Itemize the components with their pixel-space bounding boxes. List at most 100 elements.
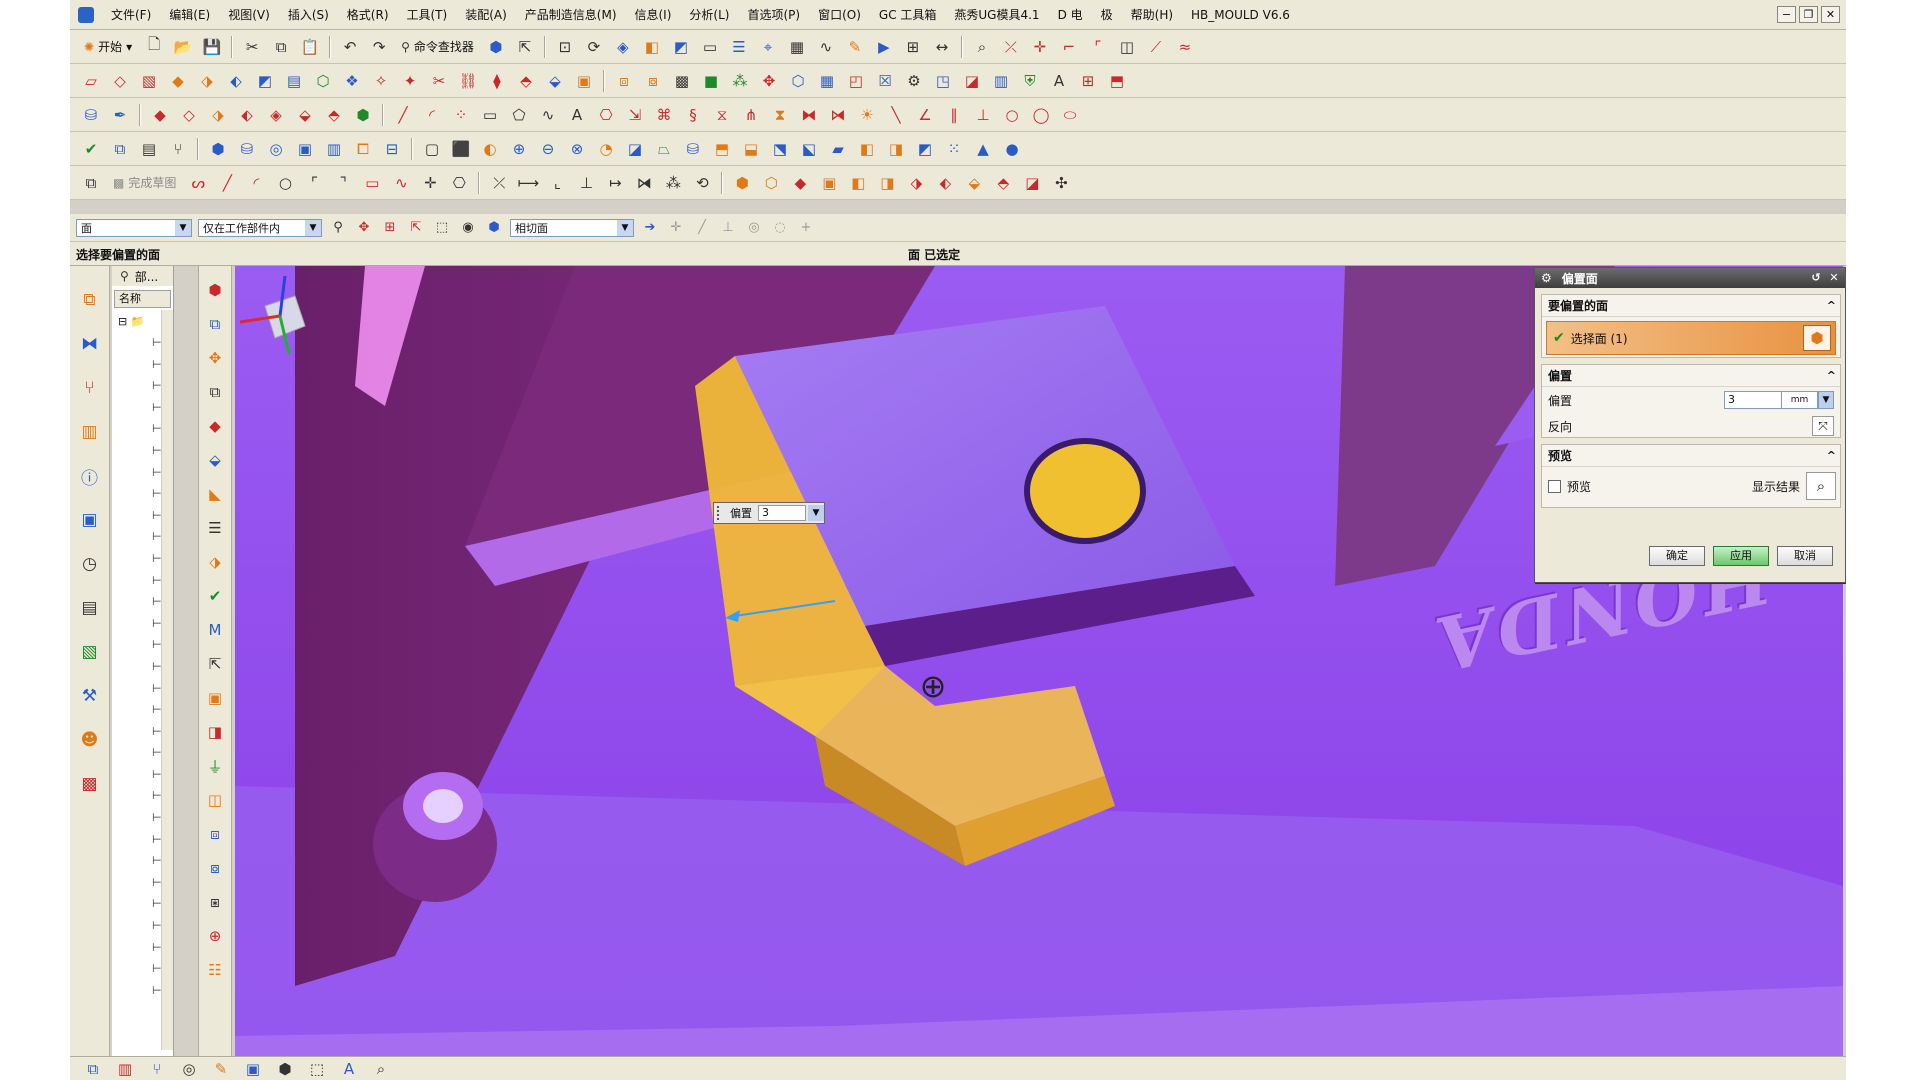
side-stamp-button[interactable]: ⧆: [203, 890, 227, 914]
assembly-add-button[interactable]: ⧈: [611, 69, 637, 93]
onscreen-offset-value[interactable]: 3: [758, 505, 806, 521]
mold-5-button[interactable]: ◧: [845, 171, 871, 195]
ellipse-button[interactable]: ⬭: [1057, 103, 1083, 127]
rotate-view-button[interactable]: ⟳: [581, 35, 607, 59]
assembly-tree-button[interactable]: ⧉: [107, 137, 133, 161]
sheet-8-button[interactable]: ⬢: [350, 103, 376, 127]
circle-2-button[interactable]: ◯: [1028, 103, 1054, 127]
text-button[interactable]: A: [564, 103, 590, 127]
bounded-plane-button[interactable]: ◇: [107, 69, 133, 93]
color-button[interactable]: ■: [698, 69, 724, 93]
offset-face-button[interactable]: ⬒: [709, 137, 735, 161]
point-snap-button[interactable]: ⇱: [406, 218, 426, 238]
snap-quadrant-button[interactable]: ◌: [770, 218, 790, 238]
rectangle-button[interactable]: ▭: [477, 103, 503, 127]
curve-button[interactable]: ∿: [813, 35, 839, 59]
helix-button[interactable]: §: [680, 103, 706, 127]
through-curves-button[interactable]: ⬖: [223, 69, 249, 93]
bottom-tool-4[interactable]: ◎: [176, 1059, 202, 1079]
shell-button[interactable]: ▣: [571, 69, 597, 93]
chevron-up-icon[interactable]: ^: [1827, 449, 1836, 462]
menu-gc-toolkit[interactable]: GC 工具箱: [870, 6, 946, 23]
side-parts-button[interactable]: ⧇: [203, 856, 227, 880]
analysis-button[interactable]: ⌕: [969, 35, 995, 59]
draft-button[interactable]: ⏢: [651, 137, 677, 161]
menu-file[interactable]: 文件(F): [102, 6, 160, 23]
menu-analysis[interactable]: 分析(L): [680, 6, 738, 23]
history-tab[interactable]: ▣: [76, 506, 104, 534]
constraint-navigator-tab[interactable]: ⧓: [76, 330, 104, 358]
assembly-constraint-button[interactable]: ⧇: [640, 69, 666, 93]
restore-button[interactable]: ❐: [1799, 6, 1818, 23]
line-2-button[interactable]: ╲: [883, 103, 909, 127]
side-split-button[interactable]: ◨: [203, 720, 227, 744]
offset-group-header[interactable]: 偏置 ^: [1542, 365, 1840, 387]
thicken-button[interactable]: ⬙: [542, 69, 568, 93]
snap-control-button[interactable]: ⊥: [718, 218, 738, 238]
snap-point-button[interactable]: +: [796, 218, 816, 238]
offset-input[interactable]: 3: [1724, 391, 1782, 409]
studio-surface-button[interactable]: ◩: [252, 69, 278, 93]
bottom-tool-1[interactable]: ⧉: [80, 1059, 106, 1079]
bottom-tool-8[interactable]: ⬚: [304, 1059, 330, 1079]
offset-sketch-button[interactable]: ⎔: [593, 103, 619, 127]
start-button[interactable]: ✺ 开始 ▾: [78, 35, 138, 59]
copy-button[interactable]: ⧉: [268, 35, 294, 59]
menu-hb-mould[interactable]: HB_MOULD V6.6: [1182, 8, 1299, 22]
pattern-button[interactable]: ⁂: [727, 69, 753, 93]
extend-button[interactable]: ⬗: [194, 69, 220, 93]
menu-preferences[interactable]: 首选项(P): [738, 6, 809, 23]
pattern-feature-button[interactable]: ⁙: [941, 137, 967, 161]
bottom-text-button[interactable]: A: [336, 1059, 362, 1079]
mirror-body-button[interactable]: ◩: [912, 137, 938, 161]
mold-12-button[interactable]: ✣: [1048, 171, 1074, 195]
quick-extend-button[interactable]: ⟼: [515, 171, 541, 195]
snap-button[interactable]: ✥: [354, 218, 374, 238]
mold-1-button[interactable]: ⬢: [729, 171, 755, 195]
side-pin-button[interactable]: ⏚: [203, 754, 227, 778]
mold-10-button[interactable]: ⬘: [990, 171, 1016, 195]
highlight-button[interactable]: ☀: [854, 103, 880, 127]
paste-button[interactable]: 📋: [297, 35, 323, 59]
bottom-tool-7[interactable]: ⬢: [272, 1059, 298, 1079]
fit-view-button[interactable]: ⊡: [552, 35, 578, 59]
side-target-button[interactable]: ⊕: [203, 924, 227, 948]
mold-8-button[interactable]: ⬖: [932, 171, 958, 195]
text-tool-button[interactable]: A: [1046, 69, 1072, 93]
sheet-1-button[interactable]: ◆: [147, 103, 173, 127]
dimension-button[interactable]: ↦: [602, 171, 628, 195]
mold-9-button[interactable]: ⬙: [961, 171, 987, 195]
menu-insert[interactable]: 插入(S): [279, 6, 338, 23]
constraint-button[interactable]: ⊥: [573, 171, 599, 195]
scope-filter-select[interactable]: 仅在工作部件内 ▼: [198, 218, 322, 237]
extrude-button[interactable]: ⬛: [448, 137, 474, 161]
menu-extreme[interactable]: 极: [1092, 6, 1122, 23]
mold-6-button[interactable]: ◨: [874, 171, 900, 195]
face-select-button[interactable]: ⬢: [1803, 325, 1831, 351]
cross-button[interactable]: ☒: [872, 69, 898, 93]
orient-view-button[interactable]: ◩: [668, 35, 694, 59]
chevron-up-icon[interactable]: ^: [1827, 369, 1836, 382]
drag-grip-icon[interactable]: [717, 506, 725, 520]
sheet-3-button[interactable]: ⬗: [205, 103, 231, 127]
apply-button[interactable]: 应用: [1713, 546, 1769, 566]
combined-curve-button[interactable]: ⧓: [796, 103, 822, 127]
photo-tab[interactable]: ▩: [76, 770, 104, 798]
sheet-5-button[interactable]: ◈: [263, 103, 289, 127]
side-folder-button[interactable]: ◫: [203, 788, 227, 812]
sketch-offset-button[interactable]: ⎔: [446, 171, 472, 195]
mold-7-button[interactable]: ⬗: [903, 171, 929, 195]
intersect-button[interactable]: ✛: [1027, 35, 1053, 59]
sphere-button[interactable]: ●: [999, 137, 1025, 161]
side-move-button[interactable]: ✥: [203, 346, 227, 370]
side-stack-button[interactable]: ⬗: [203, 550, 227, 574]
pocket-button[interactable]: ▣: [292, 137, 318, 161]
side-tag-button[interactable]: ◣: [203, 482, 227, 506]
side-sheet-button[interactable]: ⬙: [203, 448, 227, 472]
side-layout-button[interactable]: ⧉: [203, 312, 227, 336]
datum-plane-button[interactable]: ▱: [78, 69, 104, 93]
blue-frame-button[interactable]: ◳: [930, 69, 956, 93]
unite-button[interactable]: ⊕: [506, 137, 532, 161]
menu-help[interactable]: 帮助(H): [1122, 6, 1182, 23]
clock-tab[interactable]: ◷: [76, 550, 104, 578]
